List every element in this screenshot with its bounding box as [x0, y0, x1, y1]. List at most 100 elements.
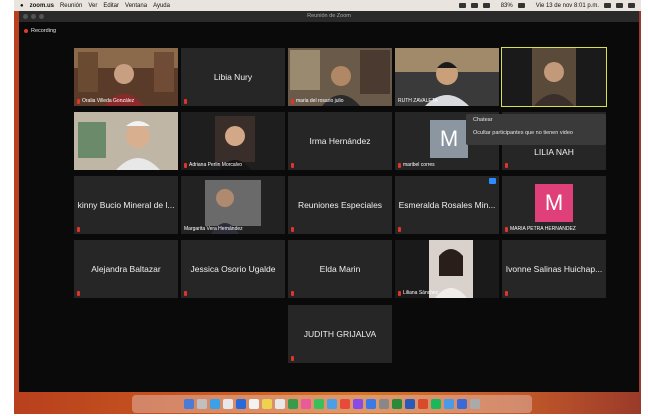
- mic-muted-icon: [77, 98, 80, 104]
- messages-icon[interactable]: [314, 399, 324, 409]
- chrome-icon[interactable]: [223, 399, 233, 409]
- display-icon[interactable]: [470, 3, 478, 8]
- word-icon[interactable]: [405, 399, 415, 409]
- safari-icon[interactable]: [210, 399, 220, 409]
- participant-tile[interactable]: Jessica Osorio Ugalde: [181, 240, 285, 298]
- participant-name: kinny Bucio Mineral de l...: [77, 200, 175, 210]
- menu-ver[interactable]: Ver: [88, 3, 97, 9]
- spotify-icon[interactable]: [431, 399, 441, 409]
- minimize-window-button[interactable]: [31, 14, 36, 19]
- menu-item-hide-non-video[interactable]: Ocultar participantes que no tienen vide…: [466, 127, 606, 140]
- participant-tile[interactable]: Ivonne Salinas Huichap...: [502, 240, 606, 298]
- mac-menubar: ● zoom.us Reunión Ver Editar Ventana Ayu…: [14, 0, 641, 11]
- photos-icon[interactable]: [301, 399, 311, 409]
- trash-icon[interactable]: [470, 399, 480, 409]
- participant-tile[interactable]: Irma Hernández: [288, 112, 392, 170]
- window-controls: [23, 14, 44, 19]
- participant-name: Oralia Villeda González: [82, 98, 135, 104]
- participant-tile[interactable]: Esmeralda Rosales Min...: [395, 176, 499, 234]
- notification-center-icon[interactable]: [628, 3, 635, 8]
- mic-muted-icon: [505, 291, 508, 296]
- mic-muted-icon: [184, 99, 187, 104]
- powerpoint-icon[interactable]: [418, 399, 428, 409]
- participant-tile[interactable]: [74, 112, 178, 170]
- window-titlebar: Reunión de Zoom: [19, 11, 639, 22]
- recording-label: Recording: [31, 28, 57, 34]
- participant-caption: Oralia Villeda González: [77, 98, 134, 104]
- podcasts-icon[interactable]: [353, 399, 363, 409]
- participant-caption: [184, 99, 187, 104]
- finder-icon[interactable]: [184, 399, 194, 409]
- settings-icon[interactable]: [379, 399, 389, 409]
- participant-tile-active-speaker[interactable]: [501, 47, 607, 107]
- participant-caption: [398, 227, 401, 232]
- mic-muted-icon: [77, 291, 80, 296]
- music-icon[interactable]: [340, 399, 350, 409]
- siri-icon[interactable]: [616, 3, 623, 8]
- mic-muted-icon: [184, 162, 187, 168]
- mic-muted-icon: [291, 98, 294, 104]
- search-icon[interactable]: [604, 3, 611, 8]
- battery-icon[interactable]: [517, 3, 525, 8]
- participant-tile[interactable]: M MARIA PETRA HERNANDEZ: [502, 176, 606, 234]
- participant-name: Esmeralda Rosales Min...: [398, 200, 496, 210]
- screen-share-icon: [489, 178, 496, 184]
- participant-tile[interactable]: Elda Marin: [288, 240, 392, 298]
- participant-caption: maribel corres: [398, 162, 435, 168]
- participant-tile[interactable]: Libia Nury: [181, 48, 285, 106]
- mic-muted-icon: [291, 163, 294, 168]
- participant-name: Margarita Vera Hernández: [184, 226, 243, 232]
- reminders-icon[interactable]: [275, 399, 285, 409]
- mic-muted-icon: [291, 227, 294, 232]
- participant-context-menu: Chatear Ocultar participantes que no tie…: [466, 114, 606, 145]
- menu-ayuda[interactable]: Ayuda: [153, 3, 170, 9]
- teams-icon[interactable]: [457, 399, 467, 409]
- participant-name: maria del rosario julio: [296, 98, 344, 104]
- participant-name: Ivonne Salinas Huichap...: [505, 264, 603, 274]
- participant-tile[interactable]: Margarita Vera Hernández: [181, 176, 285, 234]
- app-store-icon[interactable]: [366, 399, 376, 409]
- fullscreen-window-button[interactable]: [39, 14, 44, 19]
- recording-indicator: Recording: [24, 28, 56, 34]
- recording-dot-icon: [24, 29, 28, 33]
- participant-name: RUTH ZAVALETA: [398, 98, 438, 104]
- participant-tile[interactable]: Alejandra Baltazar: [74, 240, 178, 298]
- clock[interactable]: Vie 13 de nov 8:01 p.m.: [536, 3, 599, 9]
- participant-caption: maria del rosario julio: [291, 98, 344, 104]
- menu-ventana[interactable]: Ventana: [125, 3, 147, 9]
- maps-icon[interactable]: [288, 399, 298, 409]
- close-window-button[interactable]: [23, 14, 28, 19]
- participant-tile[interactable]: maria del rosario julio: [288, 48, 392, 106]
- participant-tile[interactable]: RUTH ZAVALETA: [395, 48, 499, 106]
- mic-muted-icon: [291, 356, 294, 361]
- participant-tile[interactable]: Liliana Sánchez: [395, 240, 499, 298]
- excel-icon[interactable]: [392, 399, 402, 409]
- menu-reunion[interactable]: Reunión: [60, 3, 82, 9]
- zoom-icon[interactable]: [236, 399, 246, 409]
- launchpad-icon[interactable]: [197, 399, 207, 409]
- menu-app[interactable]: zoom.us: [30, 3, 54, 9]
- menu-item-chat[interactable]: Chatear: [466, 114, 606, 127]
- zoom-status-icon[interactable]: [458, 3, 466, 8]
- wifi-icon[interactable]: [482, 3, 490, 8]
- participant-name: MARIA PETRA HERNANDEZ: [510, 226, 576, 232]
- apple-icon[interactable]: ●: [20, 3, 24, 9]
- participant-name: Reuniones Especiales: [297, 200, 383, 210]
- avatar: M: [430, 120, 468, 158]
- mic-muted-icon: [398, 290, 401, 296]
- whatsapp-icon[interactable]: [444, 399, 454, 409]
- participant-caption: [291, 356, 294, 361]
- participant-tile[interactable]: Reuniones Especiales: [288, 176, 392, 234]
- menu-editar[interactable]: Editar: [103, 3, 119, 9]
- mail-icon[interactable]: [327, 399, 337, 409]
- participant-tile[interactable]: kinny Bucio Mineral de l...: [74, 176, 178, 234]
- mic-muted-icon: [398, 227, 401, 232]
- participant-tile[interactable]: Oralia Villeda González: [74, 48, 178, 106]
- calendar-icon[interactable]: [249, 399, 259, 409]
- battery-percent[interactable]: 83%: [501, 3, 513, 9]
- participant-tile[interactable]: JUDITH GRIJALVA: [288, 305, 392, 363]
- participant-tile[interactable]: Adriana Perlin Morcalvo: [181, 112, 285, 170]
- notes-icon[interactable]: [262, 399, 272, 409]
- participant-caption: Liliana Sánchez: [398, 290, 438, 296]
- video-feed: [502, 48, 606, 106]
